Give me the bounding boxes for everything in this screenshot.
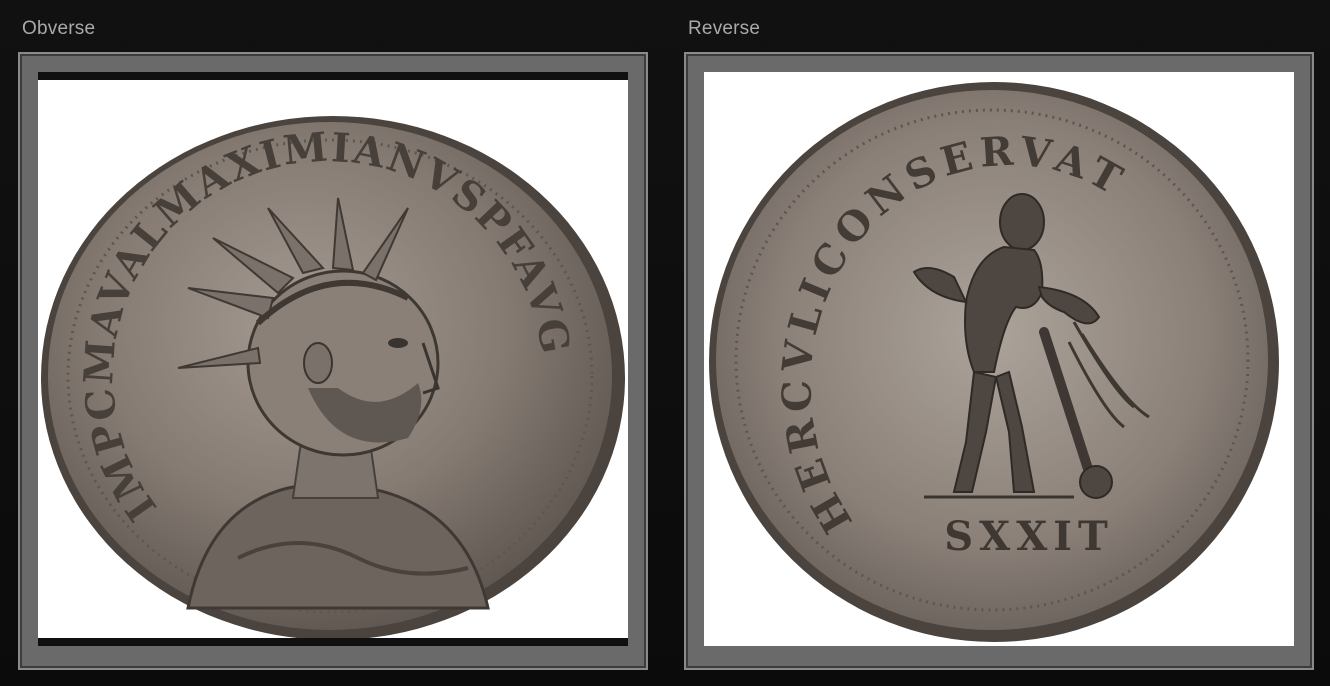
obverse-coin-illustration: IMPCMAVALMAXIMIANVSPFAVG	[41, 116, 625, 638]
reverse-exergue: SXXIT	[944, 513, 1113, 560]
obverse-label: Obverse	[22, 18, 96, 39]
reverse-label: Reverse	[688, 18, 761, 39]
reverse-coin-illustration: HERCVLICONSERVAT SXXIT	[709, 82, 1279, 642]
coin-viewer: Obverse IMPCMAVALMAXIMIANVSPFAVG Reverse…	[0, 0, 1330, 686]
obverse-image[interactable]: IMPCMAVALMAXIMIANVSPFAVG	[38, 72, 628, 646]
reverse-panel: Reverse HERCVLICONSERVAT SXXIT	[682, 0, 1314, 686]
reverse-image[interactable]: HERCVLICONSERVAT SXXIT	[704, 72, 1294, 646]
obverse-frame: IMPCMAVALMAXIMIANVSPFAVG	[18, 52, 648, 670]
reverse-frame: HERCVLICONSERVAT SXXIT	[684, 52, 1314, 670]
obverse-panel: Obverse IMPCMAVALMAXIMIANVSPFAVG	[16, 0, 648, 686]
